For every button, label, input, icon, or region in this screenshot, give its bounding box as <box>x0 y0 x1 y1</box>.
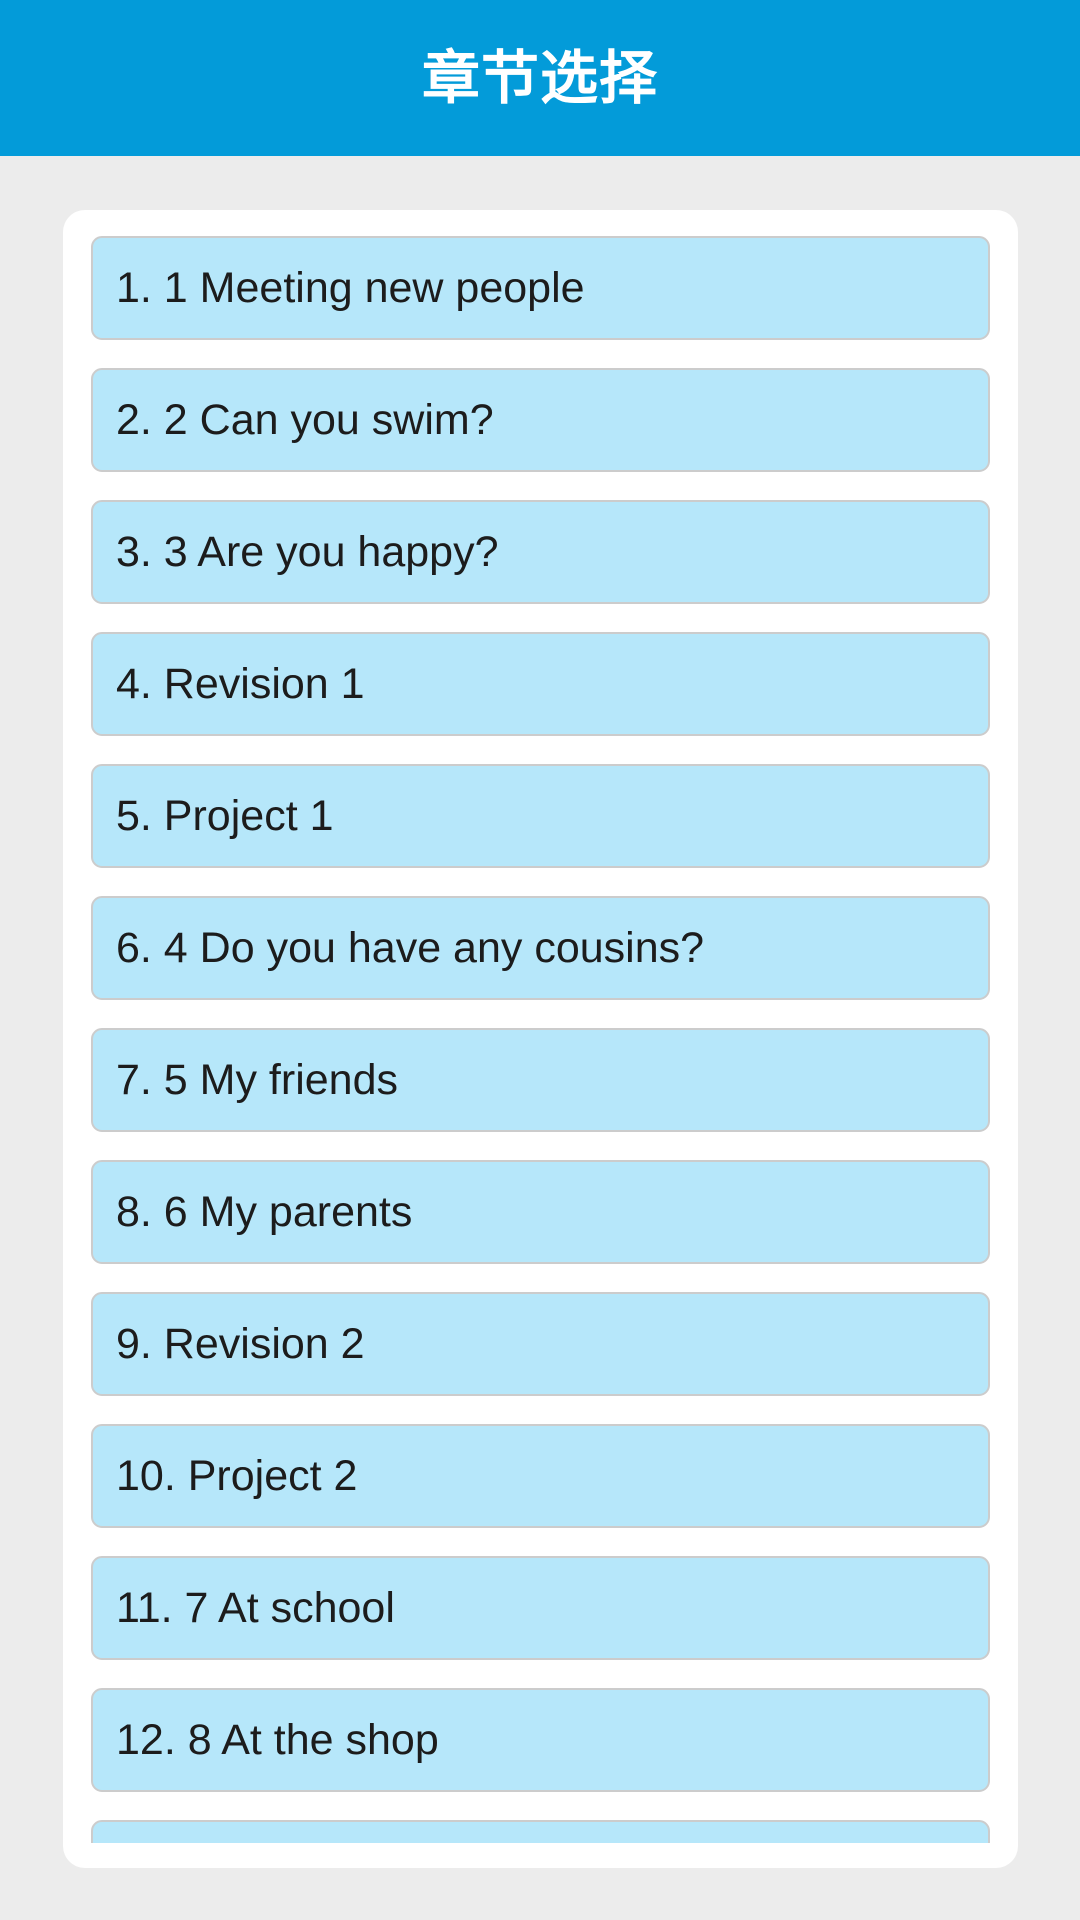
chapter-item-label: 3. 3 Are you happy? <box>116 527 499 576</box>
chapter-list-item[interactable]: 4. Revision 1 <box>91 632 990 736</box>
chapter-item-label: 8. 6 My parents <box>116 1187 413 1236</box>
chapter-list-item[interactable]: 1. 1 Meeting new people <box>91 236 990 340</box>
app-header: 章节选择 <box>0 0 1080 156</box>
chapter-item-label: 11. 7 At school <box>116 1583 395 1632</box>
chapter-list-item[interactable] <box>91 1820 990 1843</box>
chapter-list-item[interactable]: 3. 3 Are you happy? <box>91 500 990 604</box>
chapter-list-item[interactable]: 10. Project 2 <box>91 1424 990 1528</box>
chapter-list-scroll-area[interactable]: 1. 1 Meeting new people 2. 2 Can you swim… <box>63 210 1018 1843</box>
chapter-selection-screen: 章节选择 1. 1 Meeting new people 2. 2 Can you… <box>0 0 1080 1920</box>
chapter-item-label: 12. 8 At the shop <box>116 1715 439 1764</box>
chapter-item-label: 10. Project 2 <box>116 1451 358 1500</box>
chapter-item-label: 9. Revision 2 <box>116 1319 365 1368</box>
chapter-list-item[interactable]: 5. Project 1 <box>91 764 990 868</box>
page-title: 章节选择 <box>421 44 658 112</box>
chapter-list-item[interactable]: 2. 2 Can you swim? <box>91 368 990 472</box>
chapter-list-item[interactable]: 9. Revision 2 <box>91 1292 990 1396</box>
chapter-list: 1. 1 Meeting new people 2. 2 Can you swim… <box>91 236 990 1843</box>
chapter-list-item[interactable]: 7. 5 My friends <box>91 1028 990 1132</box>
chapter-item-label: 4. Revision 1 <box>116 659 365 708</box>
chapter-item-label: 6. 4 Do you have any cousins? <box>116 923 705 972</box>
chapter-item-label: 2. 2 Can you swim? <box>116 395 494 444</box>
chapter-list-item[interactable]: 6. 4 Do you have any cousins? <box>91 896 990 1000</box>
chapter-item-label: 1. 1 Meeting new people <box>116 263 585 312</box>
chapter-list-item[interactable]: 8. 6 My parents <box>91 1160 990 1264</box>
chapter-list-item[interactable]: 11. 7 At school <box>91 1556 990 1660</box>
chapter-item-label: 5. Project 1 <box>116 791 334 840</box>
chapter-list-item[interactable]: 12. 8 At the shop <box>91 1688 990 1792</box>
chapter-item-label: 7. 5 My friends <box>116 1055 398 1104</box>
chapter-list-card: 1. 1 Meeting new people 2. 2 Can you swim… <box>63 210 1018 1868</box>
